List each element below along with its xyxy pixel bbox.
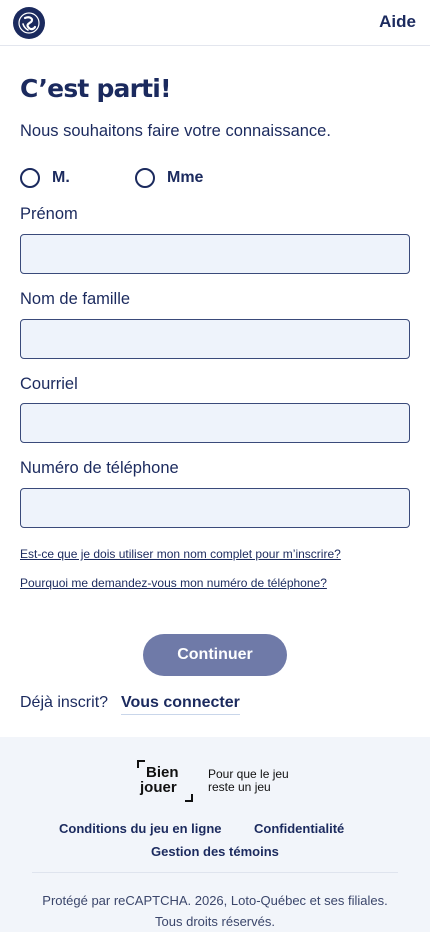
cookies-link[interactable]: Gestion des témoins <box>151 844 279 859</box>
email-label: Courriel <box>20 375 78 393</box>
bien-jouer-line2: jouer <box>140 779 177 796</box>
bien-jouer-line1: Bien <box>146 764 179 781</box>
conditions-link[interactable]: Conditions du jeu en ligne <box>59 821 222 836</box>
continue-button[interactable]: Continuer <box>143 634 287 676</box>
email-field[interactable] <box>20 403 410 443</box>
last-name-label: Nom de famille <box>20 290 131 308</box>
page-title: C’est parti! <box>20 74 171 103</box>
bien-jouer-logo[interactable]: Bien jouer <box>137 760 193 802</box>
privacy-link[interactable]: Confidentialité <box>254 821 344 836</box>
phone-help-link[interactable]: Pourquoi me demandez-vous mon numéro de … <box>20 576 327 590</box>
bien-jouer-corner-icon <box>137 760 145 768</box>
radio-option-mme[interactable]: Mme <box>135 167 203 189</box>
radio-label-m: M. <box>52 169 70 186</box>
login-link[interactable]: Vous connecter <box>121 694 240 715</box>
radio-option-m[interactable]: M. <box>20 167 70 189</box>
loto-quebec-logo-icon[interactable] <box>13 7 45 39</box>
footer-divider <box>32 872 398 873</box>
copyright-text: Protégé par reCAPTCHA. 2026, Loto-Québec… <box>20 890 410 932</box>
phone-field[interactable] <box>20 488 410 528</box>
already-registered-text: Déjà inscrit? <box>20 694 109 711</box>
radio-circle-mme[interactable] <box>135 168 155 188</box>
last-name-field[interactable] <box>20 319 410 359</box>
bien-jouer-corner-icon <box>185 794 193 802</box>
phone-label: Numéro de téléphone <box>20 459 179 477</box>
top-bar: Aide <box>0 0 430 46</box>
copyright-line1: Protégé par reCAPTCHA. 2026, Loto-Québec… <box>42 893 388 908</box>
help-link[interactable]: Aide <box>379 12 416 32</box>
first-name-field[interactable] <box>20 234 410 274</box>
copyright-line2: Tous droits réservés. <box>155 914 275 929</box>
first-name-label: Prénom <box>20 205 78 223</box>
page-subtitle: Nous souhaitons faire votre connaissance… <box>20 122 331 140</box>
bien-jouer-tagline: Pour que le jeu reste un jeu <box>208 767 289 794</box>
full-name-help-link[interactable]: Est-ce que je dois utiliser mon nom comp… <box>20 547 341 561</box>
radio-circle-m[interactable] <box>20 168 40 188</box>
radio-label-mme: Mme <box>167 169 204 186</box>
